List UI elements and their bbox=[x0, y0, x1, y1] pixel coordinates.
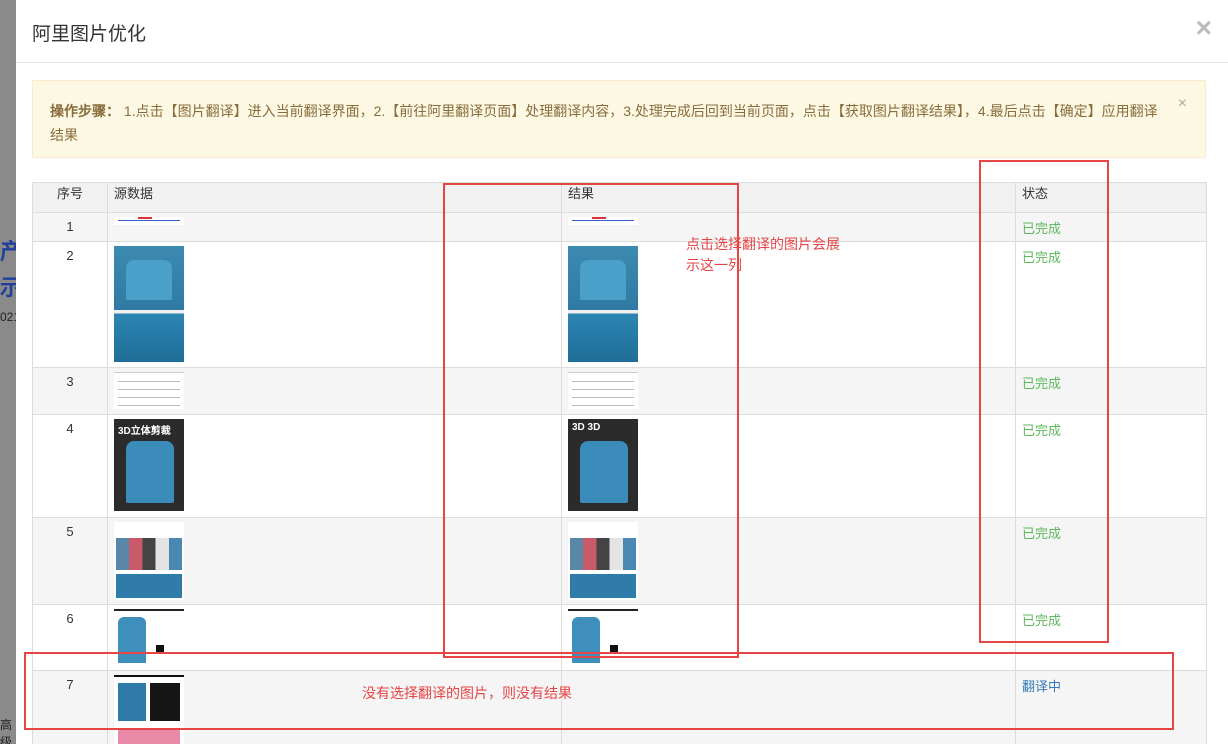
source-image[interactable] bbox=[114, 522, 184, 600]
row7-annotation: 没有选择翻译的图片，则没有结果 bbox=[362, 685, 572, 701]
instructions-alert: 操作步骤： 1.点击【图片翻译】进入当前翻译界面，2.【前往阿里翻译页面】处理翻… bbox=[32, 80, 1206, 158]
row-seq: 4 bbox=[32, 414, 108, 518]
source-image[interactable] bbox=[114, 372, 184, 409]
row7-highlight bbox=[24, 652, 1174, 730]
background-page: 产 示, 021 高级 bbox=[0, 0, 16, 744]
alert-label: 操作步骤： bbox=[50, 103, 120, 119]
close-icon[interactable]: × bbox=[1196, 14, 1212, 42]
dialog-title: 阿里图片优化 bbox=[32, 24, 147, 45]
image-caption: 3D立体剪裁 bbox=[118, 426, 171, 437]
alert-body: 1.点击【图片翻译】进入当前翻译界面，2.【前往阿里翻译页面】处理翻译内容，3.… bbox=[50, 103, 1158, 143]
alert-close-icon[interactable]: × bbox=[1178, 95, 1187, 113]
background-text: 产 bbox=[0, 239, 16, 264]
background-text: 示, bbox=[0, 275, 16, 300]
row-seq: 5 bbox=[32, 517, 108, 605]
row-seq: 3 bbox=[32, 367, 108, 415]
row-seq: 1 bbox=[32, 212, 108, 242]
dialog-header: 阿里图片优化 × bbox=[16, 0, 1228, 63]
status-column-highlight bbox=[979, 160, 1109, 643]
column-header-seq: 序号 bbox=[32, 182, 108, 213]
background-text: 021 bbox=[0, 310, 16, 324]
alert-text: 操作步骤： 1.点击【图片翻译】进入当前翻译界面，2.【前往阿里翻译页面】处理翻… bbox=[50, 99, 1160, 147]
background-text: 高级 bbox=[0, 718, 13, 744]
row-seq: 2 bbox=[32, 241, 108, 368]
source-image[interactable] bbox=[114, 246, 184, 362]
source-image[interactable]: 3D立体剪裁 bbox=[114, 419, 184, 511]
result-annotation-line2: 示这一列 bbox=[686, 257, 742, 273]
result-annotation-line1: 点击选择翻译的图片会展 bbox=[686, 236, 840, 252]
source-image[interactable] bbox=[114, 217, 184, 225]
